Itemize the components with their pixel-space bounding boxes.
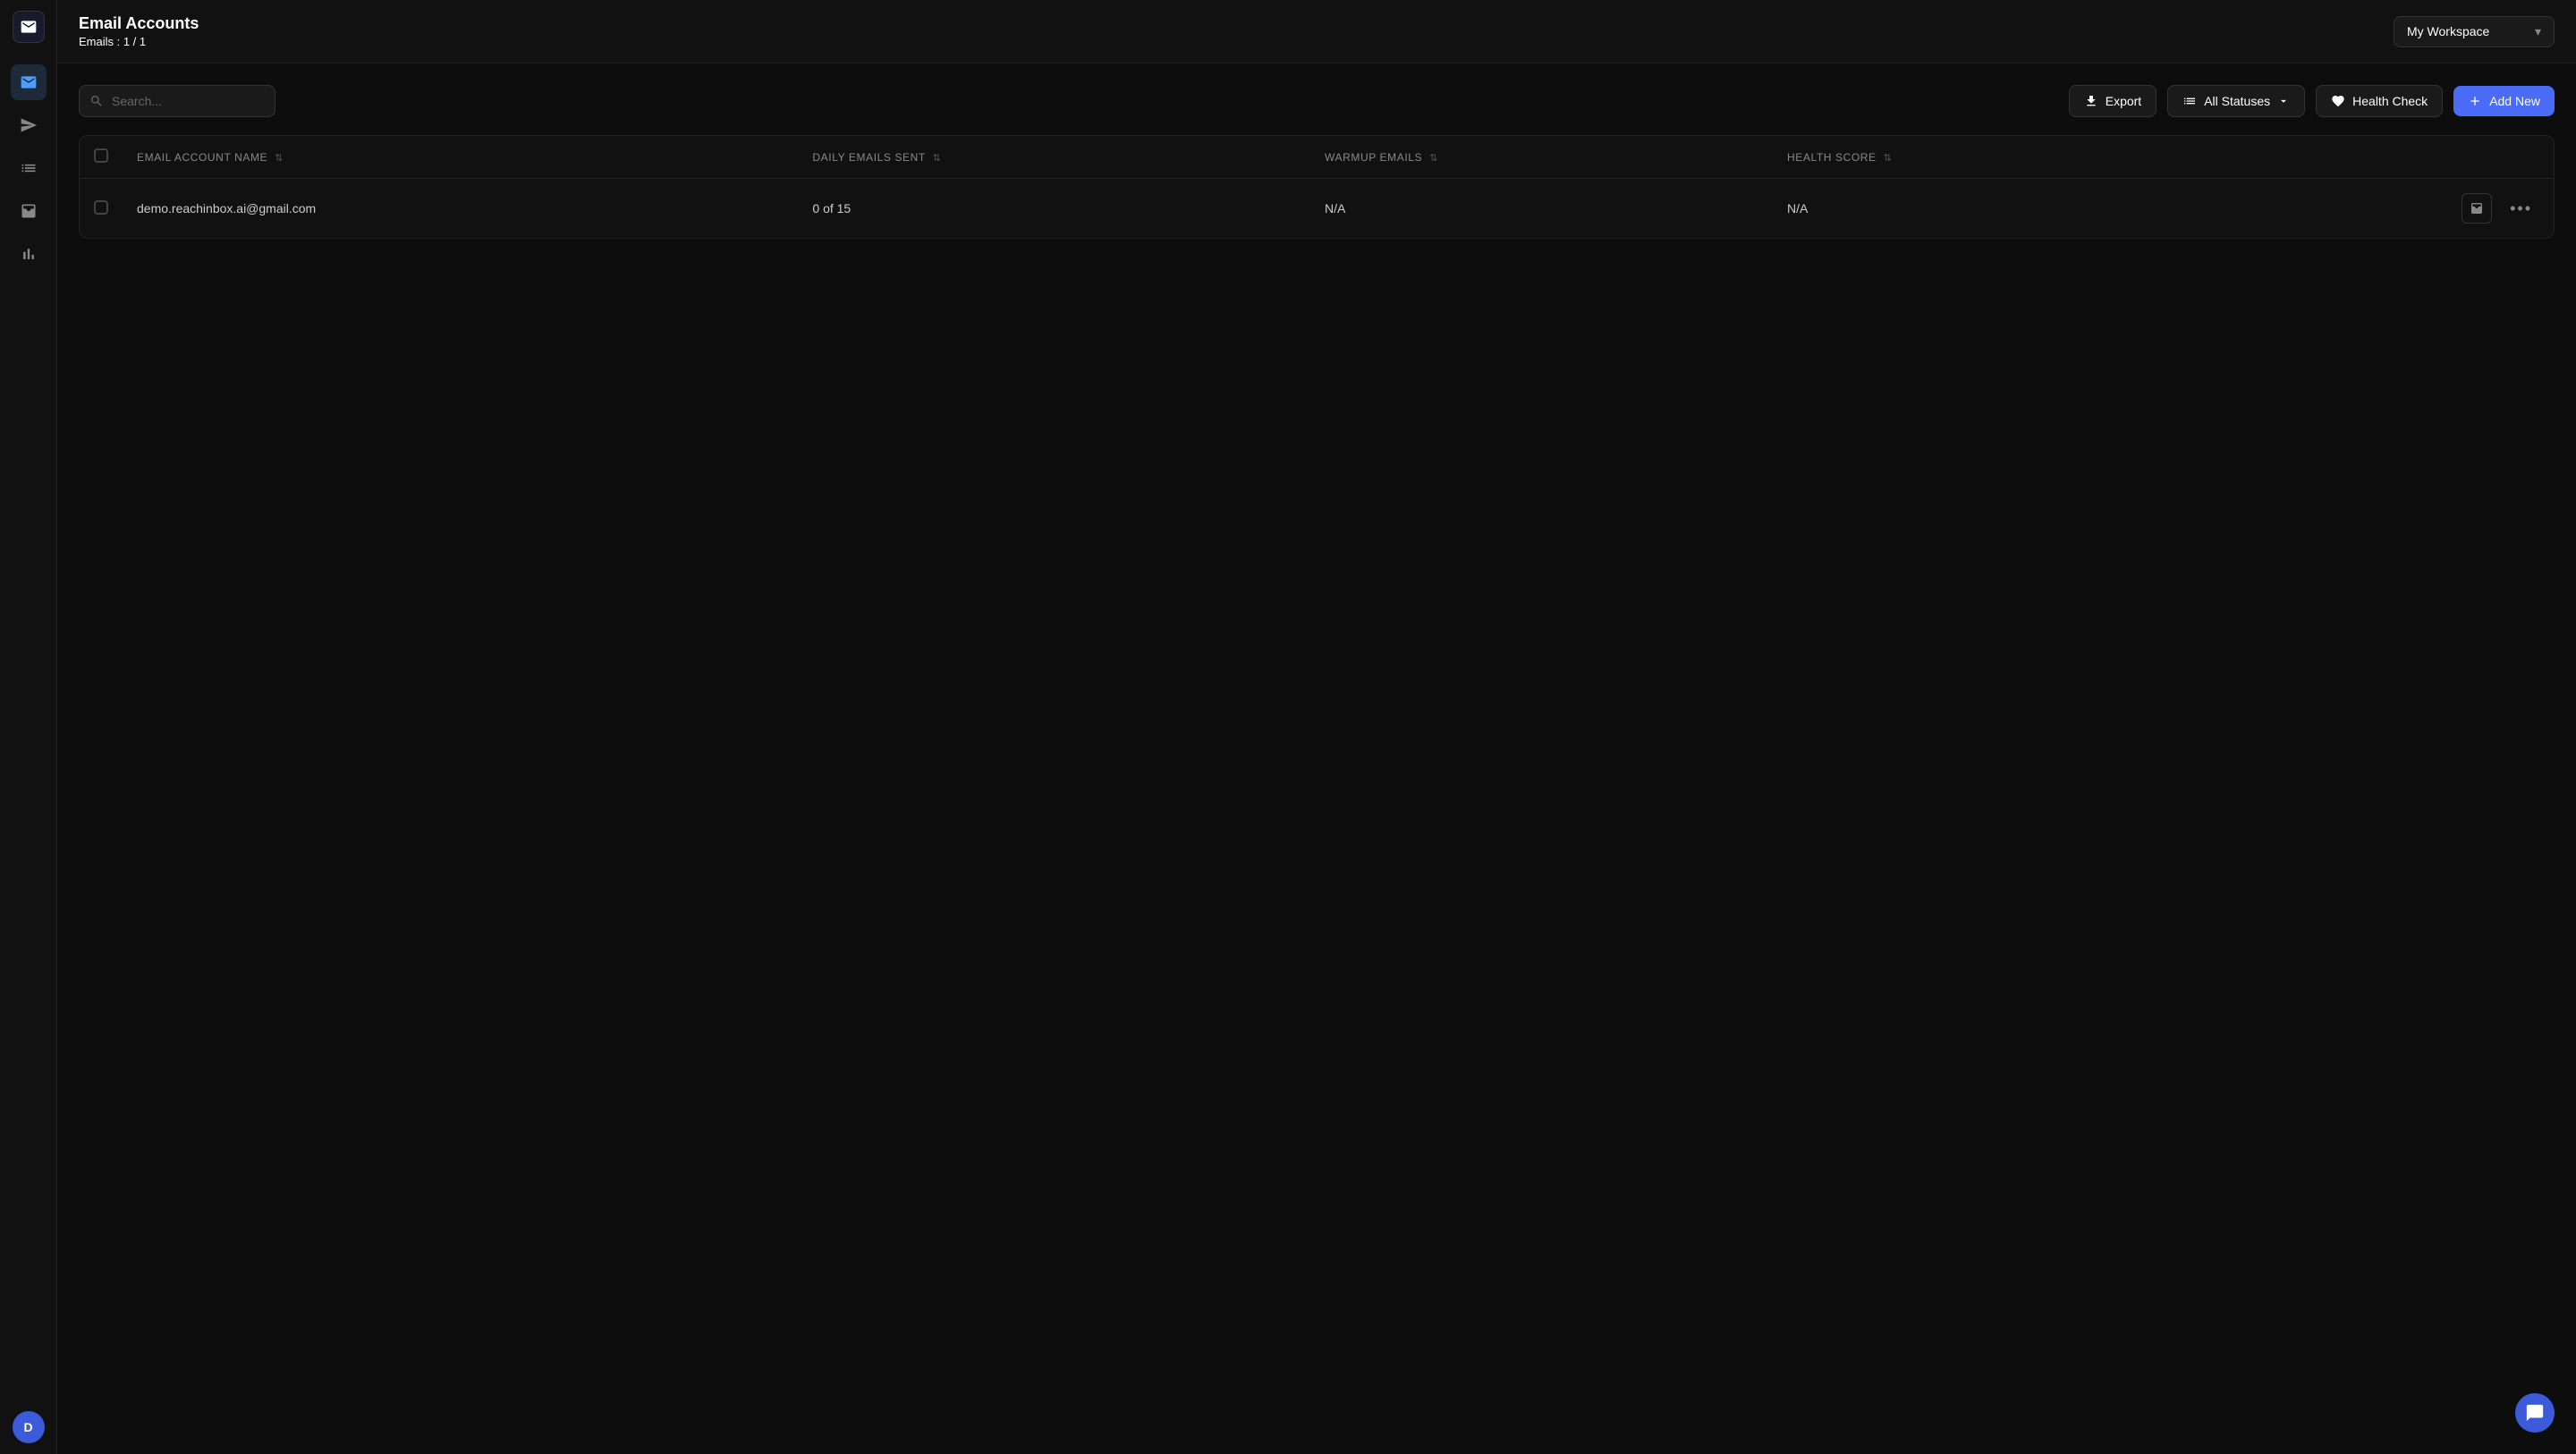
th-daily-emails: DAILY EMAILS SENT ⇅ [798, 136, 1310, 179]
td-daily-sent: 0 of 15 [798, 179, 1310, 239]
col-health-label: HEALTH SCORE [1787, 151, 1877, 164]
inbox-icon [2470, 201, 2484, 216]
workspace-name: My Workspace [2407, 24, 2489, 38]
workspace-selector[interactable]: My Workspace ▾ [2394, 16, 2555, 47]
health-icon [2331, 94, 2345, 108]
search-icon [89, 94, 104, 108]
table-body: demo.reachinbox.ai@gmail.com 0 of 15 N/A… [80, 179, 2554, 239]
col-daily-label: DAILY EMAILS SENT [812, 151, 925, 164]
export-button[interactable]: Export [2069, 85, 2157, 117]
page-title: Email Accounts [79, 14, 199, 33]
more-actions-button[interactable]: ••• [2503, 196, 2539, 222]
th-email-account-name: EMAIL ACCOUNT NAME ⇅ [123, 136, 798, 179]
td-warmup: N/A [1310, 179, 1773, 239]
td-email-name: demo.reachinbox.ai@gmail.com [123, 179, 798, 239]
inbox-action-button[interactable] [2462, 193, 2492, 224]
sidebar: D [0, 0, 57, 1454]
add-icon [2468, 94, 2482, 108]
page-subtitle: Emails : 1 / 1 [79, 35, 199, 48]
row-checkbox[interactable] [94, 200, 108, 215]
header: Email Accounts Emails : 1 / 1 My Workspa… [57, 0, 2576, 63]
col-warmup-label: WARMUP EMAILS [1325, 151, 1422, 164]
sidebar-item-list[interactable] [11, 150, 47, 186]
content-area: Export All Statuses Health Check [57, 63, 2576, 1454]
subtitle-prefix: Emails : [79, 35, 123, 48]
emails-count: 1 / 1 [123, 35, 146, 48]
td-checkbox [80, 179, 123, 239]
sidebar-item-email[interactable] [11, 64, 47, 100]
td-health-score: N/A [1773, 179, 2207, 239]
header-left: Email Accounts Emails : 1 / 1 [79, 14, 199, 48]
health-check-label: Health Check [2352, 94, 2428, 108]
sort-icon-health[interactable]: ⇅ [1884, 152, 1893, 164]
table-head: EMAIL ACCOUNT NAME ⇅ DAILY EMAILS SENT ⇅… [80, 136, 2554, 179]
th-actions [2207, 136, 2554, 179]
add-new-label: Add New [2489, 94, 2540, 108]
avatar[interactable]: D [13, 1411, 45, 1443]
chat-bubble-button[interactable] [2515, 1393, 2555, 1433]
export-label: Export [2106, 94, 2141, 108]
status-chevron-icon [2277, 95, 2290, 107]
main-content: Email Accounts Emails : 1 / 1 My Workspa… [57, 0, 2576, 1454]
table: EMAIL ACCOUNT NAME ⇅ DAILY EMAILS SENT ⇅… [80, 136, 2554, 238]
sidebar-item-send[interactable] [11, 107, 47, 143]
select-all-checkbox[interactable] [94, 148, 108, 163]
sidebar-item-analytics[interactable] [11, 236, 47, 272]
sort-icon-daily[interactable]: ⇅ [933, 152, 942, 164]
table-row: demo.reachinbox.ai@gmail.com 0 of 15 N/A… [80, 179, 2554, 239]
email-accounts-table: EMAIL ACCOUNT NAME ⇅ DAILY EMAILS SENT ⇅… [79, 135, 2555, 239]
sort-icon-warmup[interactable]: ⇅ [1429, 152, 1438, 164]
add-new-button[interactable]: Add New [2453, 86, 2555, 116]
status-label: All Statuses [2204, 94, 2270, 108]
sort-icon-email[interactable]: ⇅ [275, 152, 284, 164]
status-filter-button[interactable]: All Statuses [2167, 85, 2305, 117]
search-input[interactable] [79, 85, 275, 117]
health-check-button[interactable]: Health Check [2316, 85, 2443, 117]
search-wrapper [79, 85, 275, 117]
export-icon [2084, 94, 2098, 108]
td-actions: ••• [2207, 179, 2554, 239]
chat-icon [2525, 1403, 2545, 1423]
th-health-score: HEALTH SCORE ⇅ [1773, 136, 2207, 179]
col-email-label: EMAIL ACCOUNT NAME [137, 151, 267, 164]
chevron-down-icon: ▾ [2535, 24, 2541, 39]
toolbar: Export All Statuses Health Check [79, 85, 2555, 117]
sidebar-navigation [11, 64, 47, 1411]
th-warmup-emails: WARMUP EMAILS ⇅ [1310, 136, 1773, 179]
th-select-all [80, 136, 123, 179]
status-icon [2182, 94, 2197, 108]
app-logo[interactable] [13, 11, 45, 43]
sidebar-item-inbox[interactable] [11, 193, 47, 229]
